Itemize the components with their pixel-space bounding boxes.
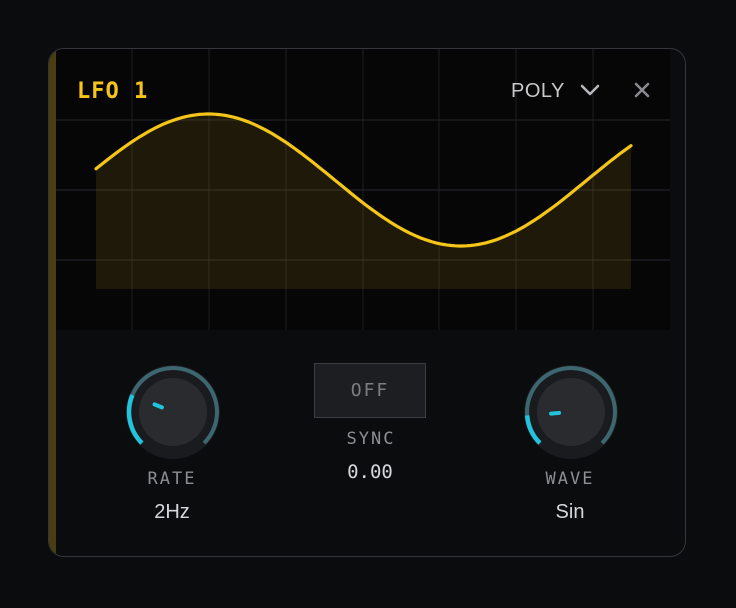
wave-knob[interactable] <box>521 362 621 462</box>
accent-strip <box>49 49 56 556</box>
mode-dropdown[interactable]: POLY <box>511 80 565 103</box>
wave-value: Sin <box>555 501 585 523</box>
close-icon[interactable] <box>634 82 650 98</box>
sync-button[interactable]: OFF <box>314 363 426 418</box>
sync-label: SYNC <box>346 429 396 449</box>
lfo-title: LFO 1 <box>77 79 149 104</box>
sync-value: 0.00 <box>347 461 393 483</box>
chevron-down-icon[interactable] <box>580 82 600 98</box>
wave-label: WAVE <box>545 469 595 489</box>
lfo-panel: LFO 1 POLY RATE 2Hz OFF SYNC 0.00 WAVE S… <box>48 48 686 557</box>
rate-knob[interactable] <box>123 362 223 462</box>
rate-value: 2Hz <box>154 501 190 523</box>
rate-label: RATE <box>147 469 197 489</box>
